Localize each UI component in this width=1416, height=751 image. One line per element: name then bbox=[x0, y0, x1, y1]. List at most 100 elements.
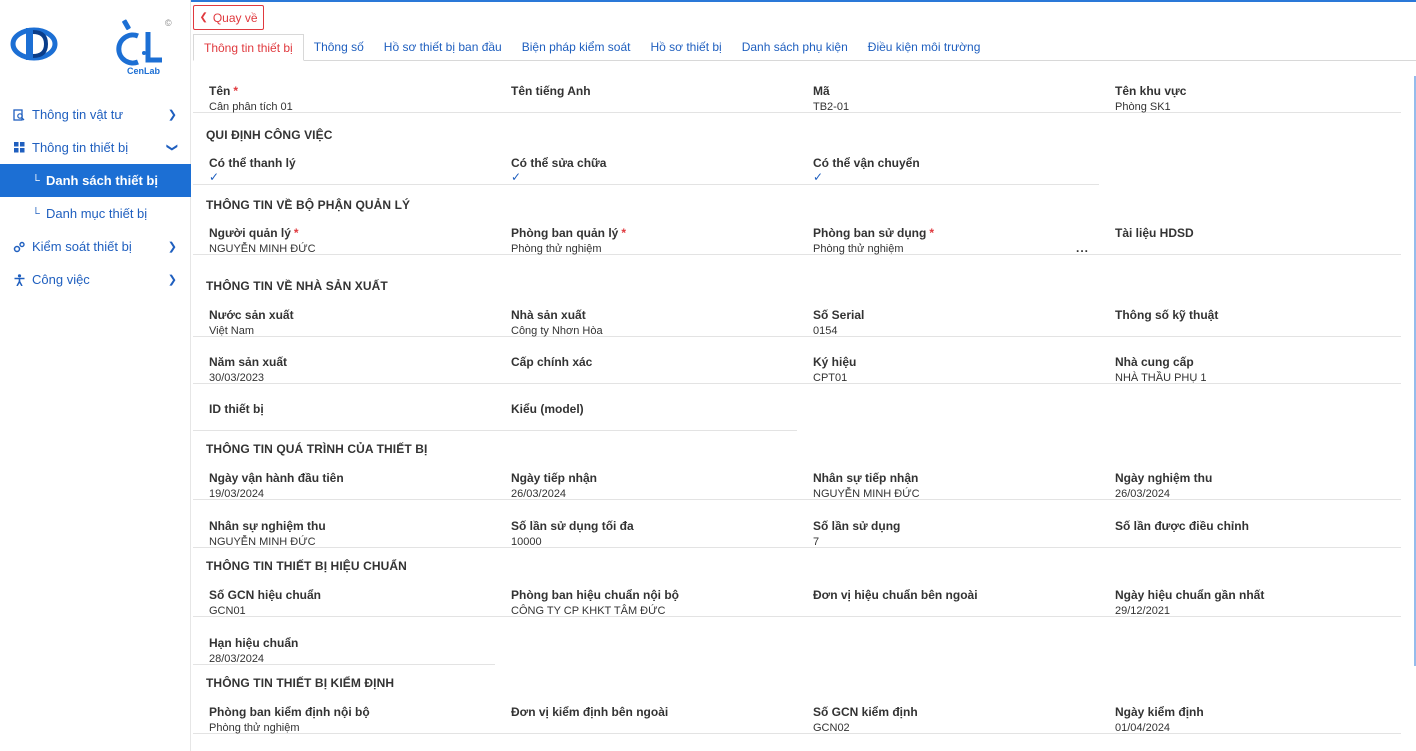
field-so-gcn-kiem-dinh: Số GCN kiểm định GCN02 bbox=[797, 687, 1099, 734]
field-ky-hieu: Ký hiệu CPT01 bbox=[797, 337, 1099, 384]
field-label: Ký hiệu bbox=[813, 355, 857, 369]
field-phong-ban-su-dung: Phòng ban sử dụng * Phòng thử nghiệm ... bbox=[797, 208, 1099, 255]
sidebar-item-label: Công việc bbox=[32, 272, 90, 287]
field-value: 30/03/2023 bbox=[209, 372, 265, 384]
field-nguoi-quan-ly: Người quản lý * NGUYỄN MINH ĐỨC bbox=[193, 208, 495, 255]
back-button-label: Quay về bbox=[212, 10, 258, 25]
field-co-the-van-chuyen: Có thể vận chuyển ✓ bbox=[797, 138, 1099, 185]
field-value: TB2-01 bbox=[813, 101, 850, 113]
field-tai-lieu-hdsd: Tài liệu HDSD bbox=[1099, 208, 1401, 255]
field-label: Tên bbox=[209, 84, 231, 98]
field-label: Cấp chính xác bbox=[511, 355, 593, 369]
chevron-left-icon: ❮ bbox=[199, 12, 208, 23]
field-nhan-su-tiep-nhan: Nhân sự tiếp nhận NGUYỄN MINH ĐỨC bbox=[797, 453, 1099, 500]
checkmark-icon: ✓ bbox=[511, 170, 522, 184]
field-value: 26/03/2024 bbox=[511, 488, 567, 500]
field-value: CÔNG TY CP KHKT TÂM ĐỨC bbox=[511, 605, 666, 617]
checkmark-icon: ✓ bbox=[813, 170, 824, 184]
field-value: 0154 bbox=[813, 325, 838, 337]
sidebar-item-danh-sach-thiet-bi[interactable]: └ Danh sách thiết bị bbox=[0, 164, 191, 197]
logo-text: CenLab bbox=[127, 66, 161, 76]
required-mark: * bbox=[233, 84, 239, 98]
field-ten-khu-vuc: Tên khu vực Phòng SK1 bbox=[1099, 66, 1401, 113]
sidebar-item-thong-tin-thiet-bi[interactable]: Thông tin thiết bị ❯ bbox=[0, 131, 191, 164]
field-label: Phòng ban sử dụng bbox=[813, 226, 927, 240]
field-co-the-thanh-ly: Có thể thanh lý ✓ bbox=[193, 138, 495, 185]
field-ten-tieng-anh: Tên tiếng Anh bbox=[495, 66, 797, 113]
tab-ho-so-thiet-bi-ban-dau[interactable]: Hồ sơ thiết bị ban đầu bbox=[374, 34, 512, 60]
field-value: 29/12/2021 bbox=[1115, 605, 1171, 617]
field-label: Nhà cung cấp bbox=[1115, 355, 1194, 369]
tab-thong-tin-thiet-bi[interactable]: Thông tin thiết bị bbox=[193, 34, 304, 61]
field-label: Ngày vận hành đầu tiên bbox=[209, 471, 344, 485]
logo-area: © CenLab bbox=[0, 0, 191, 90]
sidebar-item-label: Danh mục thiết bị bbox=[46, 206, 148, 221]
field-so-serial: Số Serial 0154 bbox=[797, 290, 1099, 337]
field-label: Ngày hiệu chuẩn gần nhất bbox=[1115, 588, 1265, 602]
field-label: Thông số kỹ thuật bbox=[1115, 308, 1219, 322]
tab-dieu-kien-moi-truong[interactable]: Điều kiện môi trường bbox=[858, 34, 991, 60]
field-value: 10000 bbox=[511, 536, 542, 548]
field-label: Tên tiếng Anh bbox=[511, 84, 591, 98]
field-value: NGUYỄN MINH ĐỨC bbox=[813, 488, 920, 500]
sidebar-item-thong-tin-vat-tu[interactable]: Thông tin vật tư ❯ bbox=[0, 98, 191, 131]
sidebar-item-label: Thông tin vật tư bbox=[32, 107, 124, 122]
field-value: 28/03/2024 bbox=[209, 653, 265, 665]
field-nha-cung-cap: Nhà cung cấp NHÀ THẦU PHỤ 1 bbox=[1099, 337, 1401, 384]
field-ngay-hieu-chuan-gan-nhat: Ngày hiệu chuẩn gần nhất 29/12/2021 bbox=[1099, 570, 1401, 617]
field-label: Có thể thanh lý bbox=[209, 156, 296, 170]
sidebar-item-cong-viec[interactable]: Công việc ❯ bbox=[0, 263, 191, 296]
field-nha-san-xuat: Nhà sản xuất Công ty Nhơn Hòa bbox=[495, 290, 797, 337]
field-label: Phòng ban quản lý bbox=[511, 226, 619, 240]
logo-d-icon bbox=[10, 27, 58, 61]
sub-item-marker-icon: └ bbox=[32, 207, 40, 220]
field-label: Người quản lý bbox=[209, 226, 291, 240]
chevron-right-icon: ❯ bbox=[167, 274, 177, 286]
tab-bien-phap-kiem-soat[interactable]: Biện pháp kiểm soát bbox=[512, 34, 641, 60]
field-ten: Tên * Cân phân tích 01 bbox=[193, 66, 495, 113]
sidebar-item-danh-muc-thiet-bi[interactable]: └ Danh mục thiết bị bbox=[0, 197, 191, 230]
field-value: 7 bbox=[813, 536, 820, 548]
person-icon bbox=[12, 273, 26, 287]
grid-icon bbox=[12, 141, 26, 155]
field-label: Mã bbox=[813, 84, 830, 98]
sidebar-nav: Thông tin vật tư ❯ Thông tin thiết bị ❯ … bbox=[0, 98, 191, 296]
field-so-lan-duoc-dieu-chinh: Số lần được điều chỉnh bbox=[1099, 501, 1401, 548]
field-nhan-su-nghiem-thu: Nhân sự nghiệm thu NGUYỄN MINH ĐỨC bbox=[193, 501, 495, 548]
more-options-icon[interactable]: ... bbox=[1076, 241, 1089, 255]
field-nuoc-san-xuat: Nước sản xuất Việt Nam bbox=[193, 290, 495, 337]
back-button[interactable]: ❮ Quay về bbox=[193, 5, 264, 30]
required-mark: * bbox=[929, 226, 935, 240]
sidebar-item-label: Danh sách thiết bị bbox=[46, 173, 158, 188]
tab-thong-so[interactable]: Thông số bbox=[304, 34, 374, 60]
field-nam-san-xuat: Năm sản xuất 30/03/2023 bbox=[193, 337, 495, 384]
field-so-lan-su-dung-toi-da: Số lần sử dụng tối đa 10000 bbox=[495, 501, 797, 548]
field-label: Số Serial bbox=[813, 308, 865, 322]
field-kieu-model: Kiểu (model) bbox=[495, 384, 797, 431]
field-don-vi-hieu-chuan-ben-ngoai: Đơn vị hiệu chuẩn bên ngoài bbox=[797, 570, 1099, 617]
field-value: NGUYỄN MINH ĐỨC bbox=[209, 536, 316, 548]
field-value: Phòng SK1 bbox=[1115, 101, 1171, 113]
field-value: CPT01 bbox=[813, 372, 848, 384]
field-value: GCN01 bbox=[209, 605, 246, 617]
field-label: Có thể sửa chữa bbox=[511, 156, 607, 170]
field-label: Tên khu vực bbox=[1115, 84, 1187, 98]
field-thong-so-ky-thuat: Thông số kỹ thuật bbox=[1099, 290, 1401, 337]
field-label: Số lần sử dụng bbox=[813, 519, 901, 533]
field-label: Ngày tiếp nhận bbox=[511, 471, 598, 485]
tab-danh-sach-phu-kien[interactable]: Danh sách phụ kiện bbox=[732, 34, 858, 60]
tab-ho-so-thiet-bi[interactable]: Hồ sơ thiết bị bbox=[640, 34, 731, 60]
field-value: NHÀ THẦU PHỤ 1 bbox=[1115, 372, 1207, 384]
sidebar: © CenLab Thông tin vật tư ❯ Thông tin th… bbox=[0, 0, 191, 751]
sidebar-item-kiem-soat-thiet-bi[interactable]: Kiểm soát thiết bị ❯ bbox=[0, 230, 191, 263]
top-accent-line bbox=[191, 0, 1416, 2]
field-value: 26/03/2024 bbox=[1115, 488, 1171, 500]
field-value: Công ty Nhơn Hòa bbox=[511, 325, 603, 337]
search-document-icon bbox=[12, 108, 26, 122]
field-phong-ban-hieu-chuan-noi-bo: Phòng ban hiệu chuẩn nội bộ CÔNG TY CP K… bbox=[495, 570, 797, 617]
sidebar-item-label: Thông tin thiết bị bbox=[32, 140, 129, 155]
field-value: Cân phân tích 01 bbox=[209, 101, 293, 113]
field-label: Nhân sự tiếp nhận bbox=[813, 471, 919, 485]
field-so-gcn-hieu-chuan: Số GCN hiệu chuẩn GCN01 bbox=[193, 570, 495, 617]
field-label: Ngày kiểm định bbox=[1115, 705, 1204, 719]
